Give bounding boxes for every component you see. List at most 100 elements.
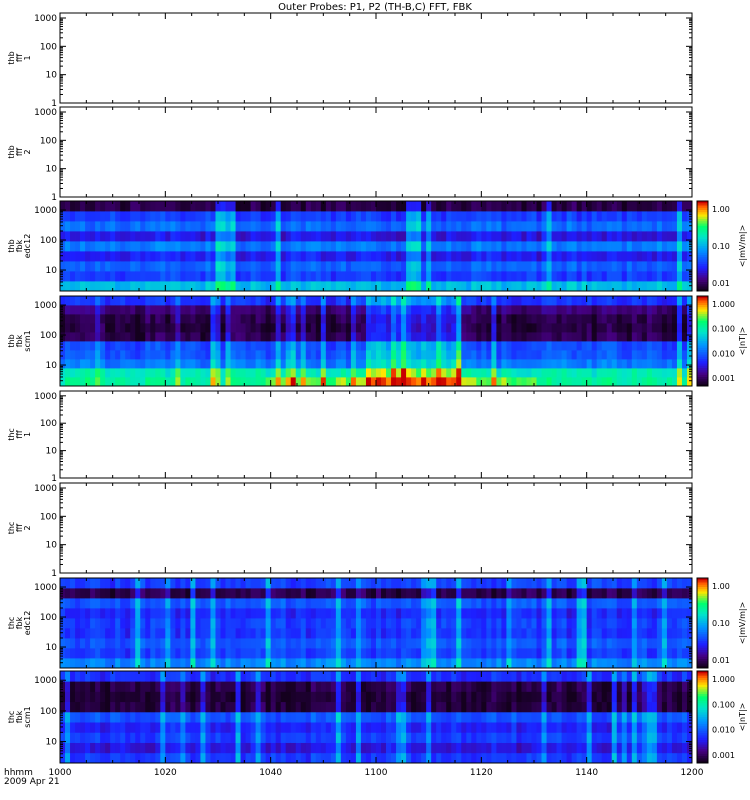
heatmap-cell <box>601 598 608 609</box>
heatmap-cell <box>411 359 417 369</box>
heatmap-cell <box>551 341 557 351</box>
heatmap-cell <box>200 648 206 659</box>
heatmap-cell <box>195 588 201 599</box>
heatmap-cell <box>125 732 131 743</box>
heatmap-cell <box>431 742 437 754</box>
heatmap-cell <box>621 671 628 682</box>
heatmap-cell <box>145 201 151 212</box>
heatmap-cell <box>110 271 116 282</box>
heatmap-cell <box>250 701 257 713</box>
heatmap-cell <box>70 671 76 682</box>
heatmap-cell <box>140 332 146 342</box>
heatmap-cell <box>591 271 598 282</box>
heatmap-cell <box>556 221 562 232</box>
heatmap-cell <box>205 658 211 669</box>
heatmap-cell <box>536 722 542 733</box>
heatmap-cell <box>491 332 497 342</box>
heatmap-cell <box>641 281 648 292</box>
heatmap-cell <box>626 701 633 713</box>
heatmap-cell <box>596 732 603 743</box>
heatmap-cell <box>611 323 618 333</box>
heatmap-cell <box>280 598 287 609</box>
heatmap-cell <box>330 691 337 703</box>
heatmap-cell <box>105 241 111 252</box>
heatmap-cell <box>150 211 156 222</box>
heatmap-cell <box>115 271 121 282</box>
heatmap-cell <box>486 671 492 682</box>
heatmap-cell <box>130 281 136 292</box>
heatmap-cell <box>531 742 537 754</box>
heatmap-cell <box>180 281 186 292</box>
heatmap-cell <box>631 314 638 324</box>
heatmap-cell <box>676 658 683 669</box>
heatmap-cell <box>651 368 658 378</box>
heatmap-cell <box>210 752 216 764</box>
heatmap-cell <box>205 752 211 764</box>
heatmap-cell <box>631 722 638 733</box>
heatmap-cell <box>471 752 477 764</box>
heatmap-cell <box>310 350 317 360</box>
heatmap-cell <box>401 221 407 232</box>
heatmap-cell <box>541 221 547 232</box>
heatmap-cell <box>190 742 196 754</box>
heatmap-cell <box>421 618 427 629</box>
heatmap-cell <box>476 305 482 315</box>
heatmap-cell <box>115 350 121 360</box>
heatmap-cell <box>180 251 186 262</box>
heatmap-cell <box>125 261 131 272</box>
heatmap-cell <box>471 732 477 743</box>
heatmap-cell <box>170 241 176 252</box>
heatmap-cell <box>145 350 151 360</box>
heatmap-cell <box>145 711 151 723</box>
heatmap-cell <box>255 201 262 212</box>
heatmap-cell <box>300 323 307 333</box>
heatmap-cell <box>100 671 106 682</box>
heatmap-cell <box>205 211 211 222</box>
heatmap-cell <box>195 281 201 292</box>
heatmap-cell <box>290 701 297 713</box>
heatmap-cell <box>280 350 287 360</box>
heatmap-cell <box>496 332 502 342</box>
heatmap-cell <box>441 608 447 619</box>
heatmap-cell <box>80 261 86 272</box>
heatmap-cell <box>145 742 151 754</box>
heatmap-cell <box>616 271 623 282</box>
heatmap-cell <box>656 201 663 212</box>
heatmap-cell <box>561 618 568 629</box>
heatmap-cell <box>75 638 81 649</box>
heatmap-cell <box>546 231 552 242</box>
heatmap-cell <box>245 296 252 306</box>
heatmap-cell <box>601 638 608 649</box>
heatmap-cell <box>666 732 673 743</box>
heatmap-cell <box>115 332 121 342</box>
heatmap-cell <box>145 211 151 222</box>
heatmap-cell <box>200 314 206 324</box>
heatmap-cell <box>180 201 186 212</box>
heatmap-cell <box>125 211 131 222</box>
heatmap-cell <box>300 648 307 659</box>
heatmap-cell <box>335 608 342 619</box>
heatmap-cell <box>586 701 593 713</box>
heatmap-cell <box>546 341 552 351</box>
heatmap-cell <box>631 608 638 619</box>
heatmap-cell <box>501 350 507 360</box>
heatmap-cell <box>636 732 643 743</box>
colorbar-tick-label: 1.00 <box>712 205 730 214</box>
heatmap-cell <box>551 671 557 682</box>
heatmap-cell <box>235 658 241 669</box>
heatmap-cell <box>250 261 257 272</box>
heatmap-cell <box>611 618 618 629</box>
heatmap-cell <box>476 350 482 360</box>
heatmap-cell <box>631 261 638 272</box>
heatmap-cell <box>335 711 342 723</box>
heatmap-cell <box>396 350 402 360</box>
heatmap-cell <box>526 341 532 351</box>
heatmap-cell <box>676 314 683 324</box>
heatmap-cell <box>496 231 502 242</box>
heatmap-cell <box>275 691 282 703</box>
figure-title: Outer Probes: P1, P2 (TH-B,C) FFT, FBK <box>278 2 472 13</box>
heatmap-cell <box>335 332 342 342</box>
heatmap-cell <box>536 742 542 754</box>
heatmap-cell <box>235 608 241 619</box>
heatmap-cell <box>426 261 432 272</box>
